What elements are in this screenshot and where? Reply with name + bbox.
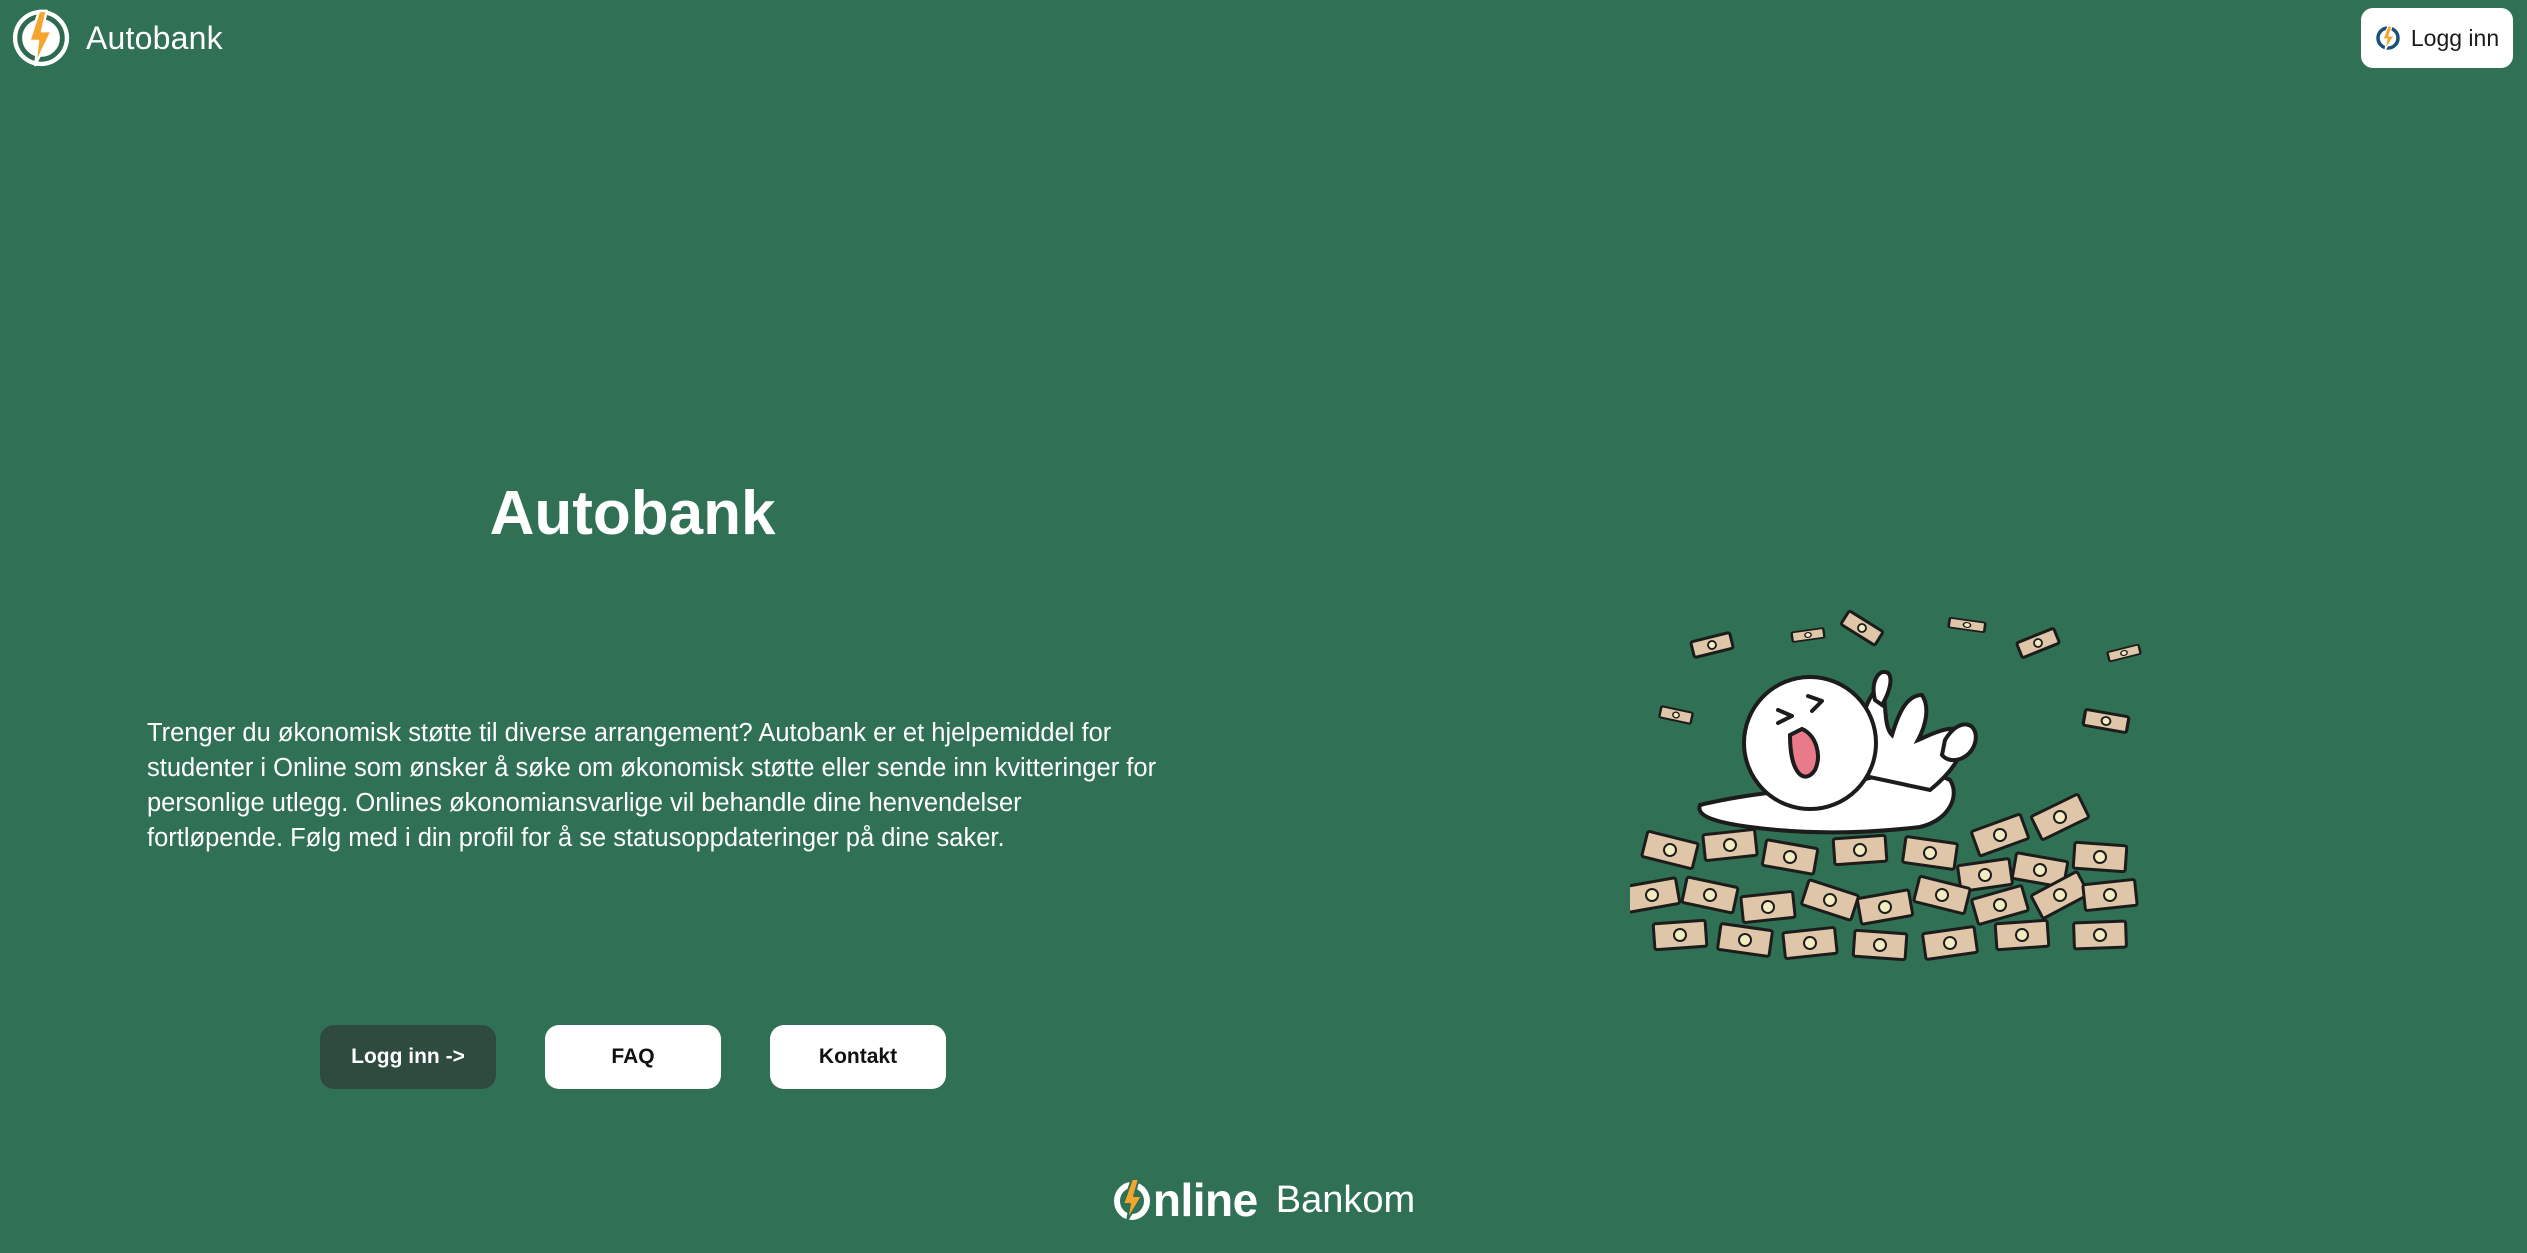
faq-button[interactable]: FAQ: [545, 1025, 721, 1089]
brand-home-link[interactable]: Autobank: [10, 6, 223, 70]
header-login-label: Logg inn: [2410, 24, 2500, 51]
contact-button[interactable]: Kontakt: [770, 1025, 946, 1089]
footer-online-text: nline: [1152, 1174, 1258, 1226]
online-logo-icon: [2376, 25, 2400, 51]
online-logo: nline: [1112, 1173, 1258, 1227]
hero-description: Trenger du økonomisk støtte til diverse …: [147, 719, 1157, 852]
money-pile-character-icon: [1630, 609, 2142, 962]
page-title: Autobank: [489, 479, 776, 548]
footer: nline Bankom: [0, 1172, 2527, 1228]
brand-name: Autobank: [86, 19, 223, 56]
login-button[interactable]: Logg inn ->: [320, 1025, 496, 1089]
lightning-logo-icon: [12, 9, 70, 67]
character-body: [1697, 669, 1978, 835]
footer-bankom-text: Bankom: [1275, 1178, 1416, 1221]
header-login-button[interactable]: Logg inn: [2361, 8, 2513, 68]
online-o-logo-icon: [1113, 1178, 1150, 1222]
